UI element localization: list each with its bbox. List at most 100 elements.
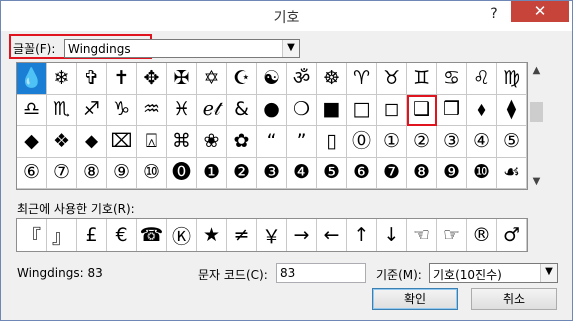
symbol-cell[interactable]: ♓ (167, 94, 197, 126)
recent-symbol-cell[interactable]: ☎ (137, 219, 167, 251)
recent-symbol-cell[interactable]: 『 (17, 219, 47, 251)
symbol-cell[interactable]: ⑥ (17, 157, 47, 189)
symbol-cell[interactable]: ⑤ (497, 126, 527, 158)
symbol-cell[interactable]: ❹ (287, 157, 317, 189)
recent-symbol-cell[interactable]: £ (77, 219, 107, 251)
symbol-cell[interactable]: ⬥ (77, 126, 107, 158)
symbol-cell[interactable]: ♏ (47, 94, 77, 126)
symbol-cell[interactable]: “ (257, 126, 287, 158)
recent-symbol-cell[interactable]: ← (317, 219, 347, 251)
symbol-cell[interactable]: ♑ (107, 94, 137, 126)
help-button[interactable]: ? (483, 4, 505, 24)
charcode-input[interactable]: 83 (276, 263, 366, 283)
recent-symbol-cell[interactable]: € (107, 219, 137, 251)
symbol-cell[interactable]: ❑ (407, 94, 437, 126)
symbol-cell[interactable]: ⌘ (167, 126, 197, 158)
symbol-cell[interactable]: ❿ (467, 157, 497, 189)
recent-symbol-cell[interactable]: ★ (197, 219, 227, 251)
symbol-cell[interactable]: ☯ (257, 63, 287, 95)
symbol-cell[interactable]: ♌ (467, 63, 497, 95)
recent-symbol-cell[interactable]: → (287, 219, 317, 251)
symbol-cell[interactable]: ⑦ (47, 157, 77, 189)
symbol-cell[interactable]: ◆ (17, 126, 47, 158)
symbol-cell[interactable]: ♎ (17, 94, 47, 126)
symbol-cell[interactable]: ❖ (47, 126, 77, 158)
symbol-cell[interactable]: ♍ (497, 63, 527, 95)
recent-symbol-cell[interactable]: ↑ (347, 219, 377, 251)
recent-symbol-cell[interactable]: ♂ (497, 219, 527, 251)
symbol-cell[interactable]: ✿ (227, 126, 257, 158)
ok-button[interactable]: 확인 (372, 288, 458, 310)
symbol-grid-scrollbar[interactable]: ▲ ▼ (528, 62, 545, 190)
symbol-cell[interactable]: & (227, 94, 257, 126)
symbol-cell[interactable]: ❺ (317, 157, 347, 189)
symbol-cell[interactable]: ✡ (197, 63, 227, 95)
symbol-cell[interactable]: ” (287, 126, 317, 158)
symbol-cell[interactable]: ⑨ (107, 157, 137, 189)
symbol-cell[interactable]: ❶ (197, 157, 227, 189)
symbol-cell[interactable]: ◻ (377, 94, 407, 126)
symbol-cell[interactable]: ❾ (437, 157, 467, 189)
scroll-down-icon[interactable]: ▼ (528, 173, 545, 190)
symbol-cell[interactable]: ☙ (497, 157, 527, 189)
scroll-thumb[interactable] (530, 102, 543, 122)
symbol-cell[interactable]: ♈ (347, 63, 377, 95)
recent-symbol-cell[interactable]: Ⓚ (167, 219, 197, 251)
symbol-cell[interactable]: ♊ (407, 63, 437, 95)
chevron-down-icon[interactable]: ▼ (282, 40, 299, 57)
base-combobox[interactable]: 기호(10진수) ▼ (429, 263, 558, 283)
symbol-cell[interactable]: ✝ (107, 63, 137, 95)
symbol-cell[interactable]: ■ (317, 94, 347, 126)
symbol-cell[interactable]: □ (347, 94, 377, 126)
symbol-cell[interactable]: 💧 (17, 63, 47, 95)
symbol-cell[interactable]: ॐ (287, 63, 317, 95)
recent-symbol-cell[interactable]: ☞ (437, 219, 467, 251)
symbol-cell[interactable]: ▯ (317, 126, 347, 158)
scroll-up-icon[interactable]: ▲ (528, 62, 545, 79)
symbol-cell[interactable]: ⑩ (137, 157, 167, 189)
recent-symbol-cell[interactable]: ≠ (227, 219, 257, 251)
symbol-cell[interactable]: ✥ (137, 63, 167, 95)
symbol-cell[interactable]: ⍓ (137, 126, 167, 158)
recent-symbol-cell[interactable]: ☜ (407, 219, 437, 251)
cancel-button[interactable]: 취소 (471, 288, 557, 310)
close-button[interactable]: ✕ (511, 1, 569, 22)
symbol-cell[interactable]: ⓿ (167, 157, 197, 189)
symbol-cell[interactable]: ♐ (77, 94, 107, 126)
symbol-cell[interactable]: ⑧ (77, 157, 107, 189)
symbol-cell[interactable]: ♉ (377, 63, 407, 95)
symbol-cell[interactable]: ③ (437, 126, 467, 158)
symbol-cell[interactable]: ❀ (197, 126, 227, 158)
symbol-dialog: 기호 ? ✕ 글꼴(F): Wingdings ▼ 💧 ❄ ✞ ✝ ✥ ✠ ✡ ☪ ☯ ॐ ☸ ♈ ♉ ♊… (0, 0, 573, 321)
recent-symbol-cell[interactable]: ￥ (257, 219, 287, 251)
symbol-cell[interactable]: ⧫ (497, 94, 527, 126)
symbol-cell[interactable]: ④ (467, 126, 497, 158)
symbol-cell[interactable]: ❒ (437, 94, 467, 126)
symbol-cell[interactable]: ● (257, 94, 287, 126)
symbol-cell[interactable]: ① (377, 126, 407, 158)
symbol-cell[interactable]: ♋ (437, 63, 467, 95)
symbol-cell[interactable]: ℯ𝓉 (197, 94, 227, 126)
symbol-cell[interactable]: ✠ (167, 63, 197, 95)
character-name: Wingdings: 83 (17, 266, 103, 280)
symbol-cell[interactable]: ❽ (407, 157, 437, 189)
symbol-cell[interactable]: ② (407, 126, 437, 158)
recent-symbol-cell[interactable]: 』 (47, 219, 77, 251)
font-combobox[interactable]: Wingdings ▼ (64, 39, 300, 58)
symbol-cell[interactable]: ☸ (317, 63, 347, 95)
recent-symbol-cell[interactable]: ↓ (377, 219, 407, 251)
symbol-cell[interactable]: ⬧ (467, 94, 497, 126)
symbol-cell[interactable]: ⓪ (347, 126, 377, 158)
symbol-cell[interactable]: ❍ (287, 94, 317, 126)
symbol-cell[interactable]: ♒ (137, 94, 167, 126)
symbol-cell[interactable]: ❸ (257, 157, 287, 189)
symbol-cell[interactable]: ❼ (377, 157, 407, 189)
symbol-cell[interactable]: ❄ (47, 63, 77, 95)
chevron-down-icon[interactable]: ▼ (540, 264, 557, 282)
recent-symbol-cell[interactable]: ® (467, 219, 497, 251)
symbol-cell[interactable]: ⌧ (107, 126, 137, 158)
symbol-cell[interactable]: ☪ (227, 63, 257, 95)
symbol-cell[interactable]: ❻ (347, 157, 377, 189)
symbol-cell[interactable]: ✞ (77, 63, 107, 95)
symbol-cell[interactable]: ❷ (227, 157, 257, 189)
